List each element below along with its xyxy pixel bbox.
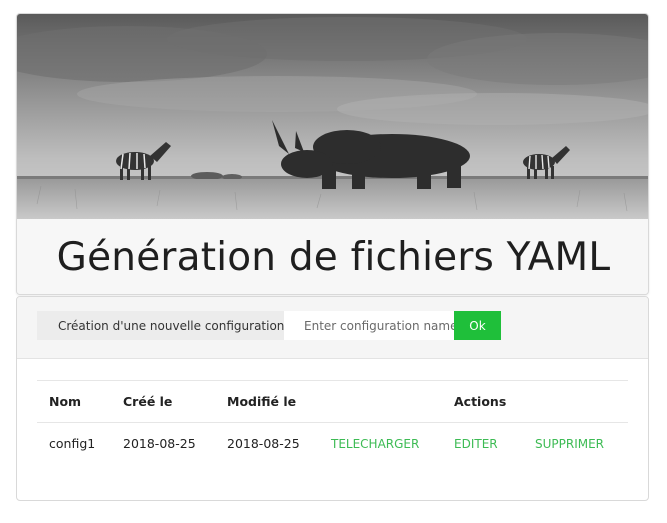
cell-delete: SUPPRIMER xyxy=(523,423,628,465)
cell-cree: 2018-08-25 xyxy=(123,436,196,452)
cell-modifie: 2018-08-25 xyxy=(227,436,300,452)
header-empty xyxy=(319,381,442,423)
header-modifie: Modifié le xyxy=(227,394,297,409)
ok-button[interactable]: Ok xyxy=(454,311,501,340)
header-actions: Actions xyxy=(454,394,507,409)
table-row: config1 2018-08-25 2018-08-25 TELECHARGE… xyxy=(37,423,628,465)
config-table: Nom Créé le Modifié le Actions config1 2… xyxy=(37,380,628,465)
hero-title-band: Génération de fichiers YAML xyxy=(17,219,648,294)
config-name-input[interactable] xyxy=(284,311,454,340)
header-empty-2 xyxy=(523,381,628,423)
table-header-row: Nom Créé le Modifié le Actions xyxy=(37,380,628,423)
cell-download: TELECHARGER xyxy=(319,423,442,465)
header-cree: Créé le xyxy=(123,394,173,409)
download-link[interactable]: TELECHARGER xyxy=(331,437,419,451)
cell-edit: EDITER xyxy=(442,423,523,465)
delete-link[interactable]: SUPPRIMER xyxy=(535,437,604,451)
cell-nom: config1 xyxy=(49,436,96,452)
hero-card: Génération de fichiers YAML xyxy=(16,13,649,295)
hero-banner-image xyxy=(17,14,648,219)
edit-link[interactable]: EDITER xyxy=(454,437,498,451)
main-card: Création d'une nouvelle configuration Ok… xyxy=(16,296,649,501)
page-title: Génération de fichiers YAML xyxy=(56,235,611,280)
create-config-label: Création d'une nouvelle configuration xyxy=(37,311,284,340)
header-nom: Nom xyxy=(49,394,82,409)
create-config-bar: Création d'une nouvelle configuration Ok xyxy=(17,297,648,359)
